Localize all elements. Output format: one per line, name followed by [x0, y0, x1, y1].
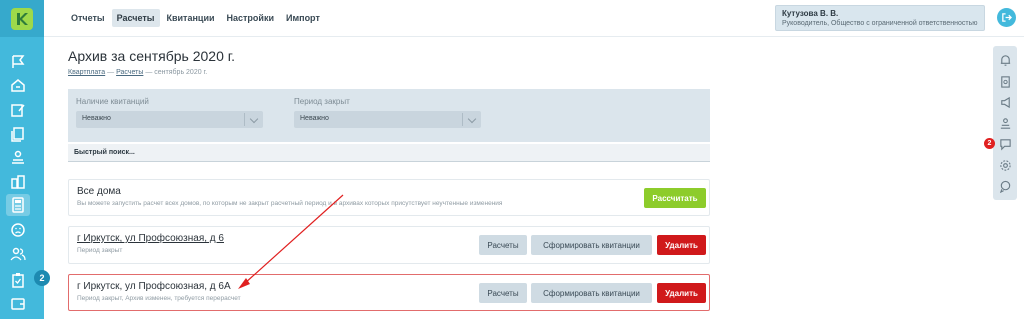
house-card: г Иркутск, ул Профсоюзная, д 6 Период за…: [68, 226, 710, 264]
sad-face-icon[interactable]: [9, 221, 27, 239]
k-logo-icon: [11, 7, 33, 30]
user-account[interactable]: Кутузова В. В. Руководитель, Общество с …: [775, 5, 985, 31]
select-separator: [244, 113, 245, 126]
right-panel: [993, 46, 1017, 200]
logout-button[interactable]: [997, 8, 1016, 27]
tab-receipts[interactable]: Квитанции: [162, 9, 220, 27]
users-icon[interactable]: [9, 245, 27, 263]
user-role: Руководитель, Общество с ограниченной от…: [782, 20, 978, 27]
calculations-button[interactable]: Расчеты: [479, 283, 527, 303]
tab-calculations[interactable]: Расчеты: [111, 9, 160, 27]
period-filter-label: Период закрыт: [294, 97, 350, 106]
all-houses-title: Все дома: [77, 186, 121, 197]
chat-bubbles-icon[interactable]: [998, 179, 1012, 193]
calculate-all-button[interactable]: Рассчитать: [644, 188, 706, 208]
main-content: Архив за сентябрь 2020 г. Квартплата — Р…: [44, 37, 990, 319]
main-nav: Отчеты Расчеты Квитанции Настройки Импор…: [66, 9, 325, 27]
breadcrumb-sep: —: [105, 69, 117, 76]
breadcrumb: Квартплата — Расчеты — сентябрь 2020 г.: [68, 69, 207, 76]
period-filter-value: Неважно: [300, 115, 329, 122]
logout-icon: [1002, 13, 1012, 22]
breadcrumb-kvartplata[interactable]: Квартплата: [68, 69, 105, 76]
select-separator: [462, 113, 463, 126]
edit-doc-icon[interactable]: [9, 101, 27, 119]
period-filter-select[interactable]: Неважно: [294, 111, 481, 128]
hand-coin-icon[interactable]: [998, 116, 1012, 130]
chat-icon[interactable]: [998, 137, 1012, 151]
documents-icon[interactable]: [9, 125, 27, 143]
house-title[interactable]: г Иркутск, ул Профсоюзная, д 6А: [77, 281, 231, 292]
calculator-icon[interactable]: [6, 194, 30, 216]
page-title: Архив за сентябрь 2020 г.: [68, 48, 236, 64]
delete-button[interactable]: Удалить: [657, 235, 706, 255]
tab-reports[interactable]: Отчеты: [66, 9, 110, 27]
receipts-filter-label: Наличие квитанций: [76, 97, 149, 106]
quick-search-input[interactable]: Быстрый поиск...: [68, 144, 710, 162]
breadcrumb-calculations[interactable]: Расчеты: [116, 69, 143, 76]
all-houses-description: Вы можете запустить расчет всех домов, п…: [77, 200, 503, 207]
receipts-filter-value: Неважно: [82, 115, 111, 122]
house-status: Период закрыт: [77, 247, 123, 254]
delete-button[interactable]: Удалить: [657, 283, 706, 303]
home-chat-icon[interactable]: [9, 76, 27, 94]
chevron-down-icon: [249, 114, 259, 124]
house-status: Период закрыт, Архив изменен, требуется …: [77, 295, 241, 302]
form-receipts-button[interactable]: Сформировать квитанции: [531, 283, 652, 303]
clipboard-icon[interactable]: [998, 74, 1012, 88]
clipboard-icon[interactable]: [9, 271, 27, 289]
logo[interactable]: [0, 0, 44, 37]
user-name: Кутузова В. В.: [782, 9, 839, 18]
tab-import[interactable]: Импорт: [281, 9, 325, 27]
house-title-link[interactable]: г Иркутск, ул Профсоюзная, д 6: [77, 233, 224, 244]
gear-icon[interactable]: [998, 158, 1012, 172]
wallet-icon[interactable]: [9, 294, 27, 312]
breadcrumb-current: сентябрь 2020 г.: [154, 69, 208, 76]
buildings-icon[interactable]: [9, 173, 27, 191]
form-receipts-button[interactable]: Сформировать квитанции: [531, 235, 652, 255]
calculations-button[interactable]: Расчеты: [479, 235, 527, 255]
megaphone-icon[interactable]: [998, 95, 1012, 109]
all-houses-card: Все дома Вы можете запустить расчет всех…: [68, 179, 710, 216]
hand-coin-icon[interactable]: [9, 149, 27, 167]
tab-settings[interactable]: Настройки: [222, 9, 279, 27]
filter-panel: Наличие квитанций Неважно Период закрыт …: [68, 89, 710, 142]
bell-icon[interactable]: [998, 53, 1012, 67]
chevron-down-icon: [467, 114, 477, 124]
receipts-filter-select[interactable]: Неважно: [76, 111, 263, 128]
breadcrumb-sep: —: [143, 69, 155, 76]
top-bar: Отчеты Расчеты Квитанции Настройки Импор…: [44, 0, 1024, 37]
house-card-highlighted: г Иркутск, ул Профсоюзная, д 6А Период з…: [68, 274, 710, 311]
flag-icon[interactable]: [9, 53, 27, 71]
